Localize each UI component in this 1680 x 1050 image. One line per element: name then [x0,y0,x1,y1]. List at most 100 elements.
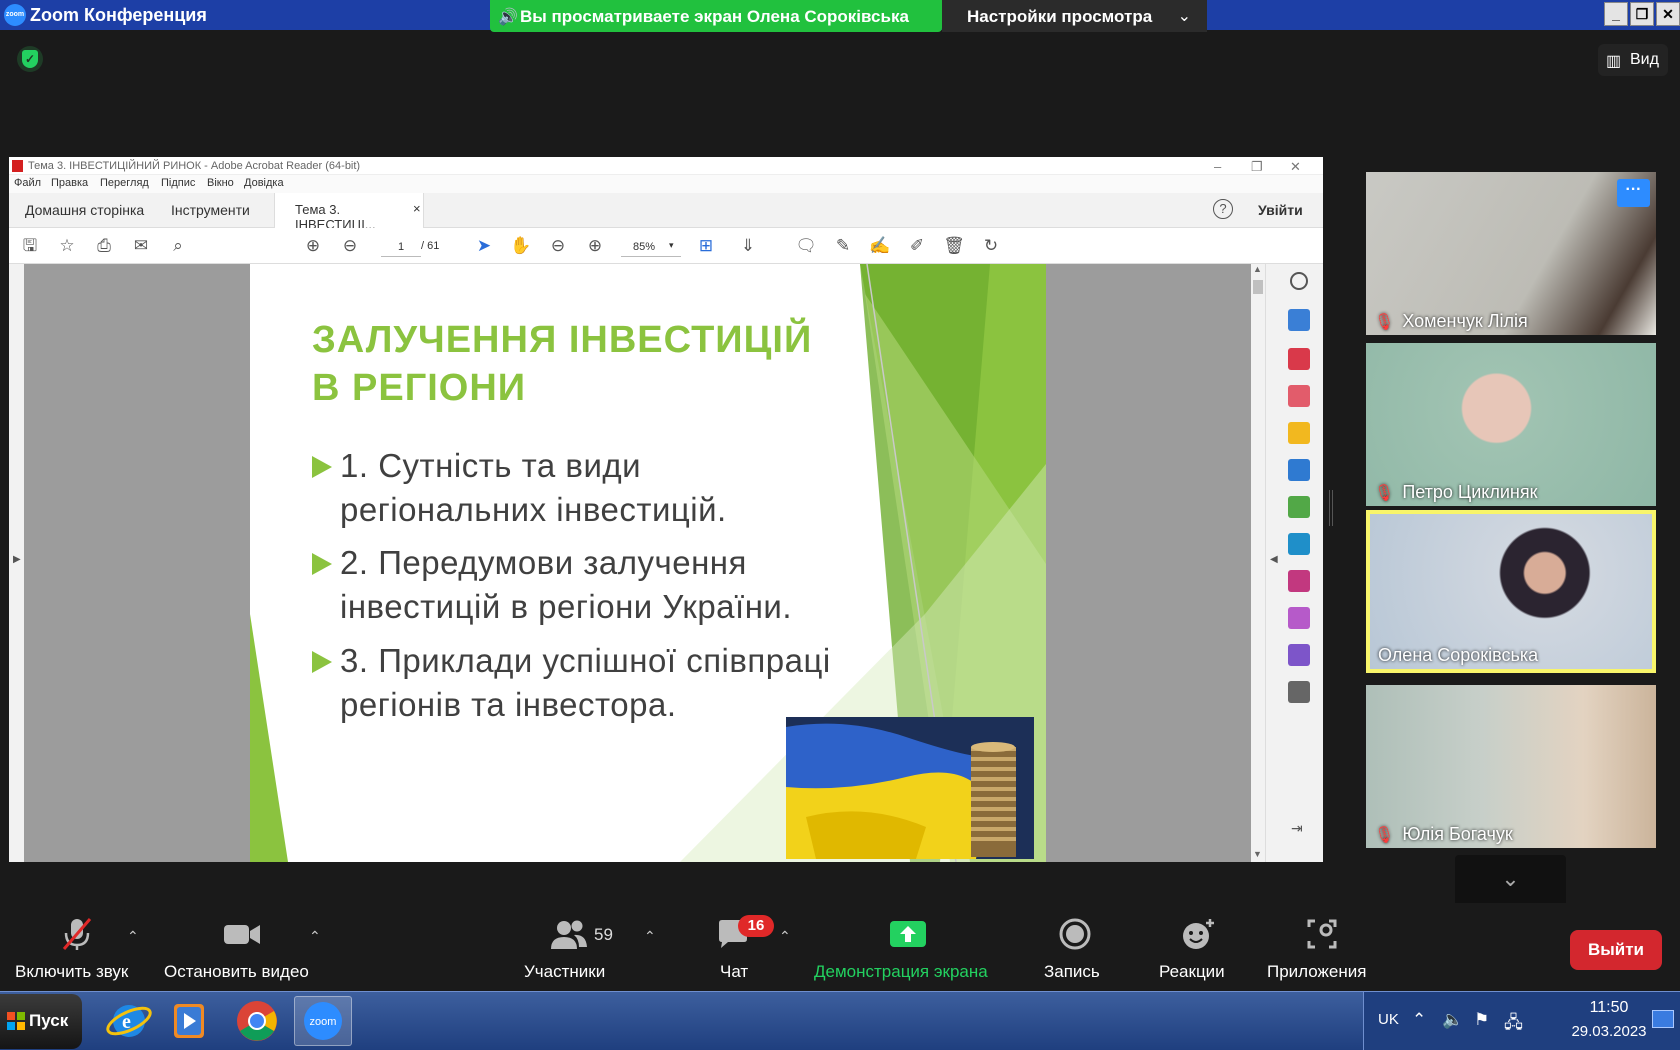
tool-combine-icon[interactable] [1288,459,1310,481]
tool-more-icon[interactable] [1288,681,1310,703]
muted-mic-icon: 🎙 [1374,314,1395,331]
tool-comment-icon[interactable] [1288,422,1310,444]
tool-create-pdf-icon[interactable] [1288,309,1310,331]
tool-zoom-icon[interactable] [1290,272,1308,290]
leave-meeting-button[interactable]: Выйти [1570,930,1662,970]
print-icon[interactable]: ⎙ [93,236,115,258]
network-icon[interactable]: 🖧 [1504,1010,1523,1039]
zoom-in-icon[interactable]: ⊕ [584,236,606,258]
tab-tools[interactable]: Інструменти [171,202,250,218]
participant-tile[interactable]: 🎙 Юлія Богачук [1366,685,1656,848]
expand-left-panel-icon[interactable]: ▶ [13,554,21,565]
panel-splitter[interactable] [1329,490,1333,526]
hand-tool-icon[interactable]: ✋ [510,236,532,258]
shared-screen-acrobat: Тема 3. ІНВЕСТИЦІЙНИЙ РИНОК - Adobe Acro… [9,157,1323,862]
security-shield-icon[interactable]: ✓ [17,46,43,72]
collapse-pane-icon[interactable]: ◀ [1270,554,1278,565]
view-settings-label: Настройки просмотра [967,7,1153,26]
menu-help[interactable]: Довідка [244,177,284,189]
close-button[interactable]: ✕ [1656,2,1680,26]
menu-edit[interactable]: Правка [51,177,88,189]
slide-bullet-text: 1. Сутність та види регіональних інвести… [340,447,727,528]
scroll-down-icon[interactable]: ▼ [1253,849,1262,859]
scroll-mode-icon[interactable]: ⇓ [737,236,759,258]
share-banner-text: Вы просматриваете экран Олена Сороківськ… [520,7,909,26]
scroll-up-icon[interactable]: ▲ [1253,264,1262,274]
share-screen-icon [890,921,926,947]
acrobat-tools-pane: ◀ ⇥ [1265,264,1323,862]
media-player-taskbar-icon[interactable] [160,996,218,1046]
highlight-pen-icon[interactable]: ✎ [832,236,854,258]
meeting-toolbar: Включить звук ⌃ Остановить видео ⌃ 59 Уч… [0,903,1680,991]
clock-time[interactable]: 11:50 [1564,999,1654,1017]
menu-sign[interactable]: Підпис [161,177,195,189]
pin-pane-icon[interactable]: ⇥ [1291,820,1303,837]
participant-name: 🎙 Юлія Богачук [1374,824,1513,844]
delete-icon[interactable]: 🗑 [943,236,965,258]
chevron-down-icon: ▾ [669,240,674,250]
page-number-input[interactable]: 1 [381,237,421,257]
close-tab-icon[interactable]: × [413,201,421,216]
zoom-taskbar-icon[interactable]: zoom [294,996,352,1046]
email-icon[interactable]: ✉ [130,236,152,258]
more-options-icon[interactable]: ··· [1617,179,1650,207]
action-center-flag-icon[interactable]: ⚑ [1474,1010,1489,1030]
record-icon [1059,918,1091,950]
show-desktop-button[interactable] [1652,1010,1674,1028]
audio-options-chevron-icon[interactable]: ⌃ [127,928,139,945]
clock-date[interactable]: 29.03.2023 [1559,1023,1659,1040]
participant-name: 🎙 Петро Циклиняк [1374,482,1538,502]
zoom-out-icon[interactable]: ⊖ [547,236,569,258]
menu-view[interactable]: Перегляд [100,177,149,189]
menu-file[interactable]: Файл [14,177,41,189]
tab-home[interactable]: Домашня сторінка [25,202,144,218]
save-icon[interactable]: 🖫 [19,236,41,258]
tool-sign-icon[interactable] [1288,644,1310,666]
comment-icon[interactable]: 🗨 [795,236,817,258]
next-page-icon[interactable]: ⊖ [339,236,361,258]
sign-in-button[interactable]: Увійти [1258,202,1303,218]
help-icon[interactable]: ? [1213,199,1233,219]
acrobat-close-icon[interactable]: ✕ [1290,159,1301,175]
participant-tile[interactable]: ··· 🎙 Хоменчук Лілія [1366,172,1656,335]
bookmark-star-icon[interactable]: ☆ [56,236,78,258]
view-settings-dropdown[interactable]: Настройки просмотра ⌄ [942,0,1207,32]
chrome-taskbar-icon[interactable] [228,996,286,1046]
tool-protect-icon[interactable] [1288,607,1310,629]
start-label: Пуск [29,1011,69,1030]
menu-window[interactable]: Вікно [207,177,234,189]
acrobat-minimize-icon[interactable]: – [1214,159,1221,174]
chat-options-chevron-icon[interactable]: ⌃ [779,928,791,945]
tool-scan-icon[interactable] [1288,533,1310,555]
fit-page-icon[interactable]: ⊞ [695,236,717,258]
participant-tile[interactable]: 🎙 Петро Циклиняк [1366,343,1656,506]
language-indicator[interactable]: UK [1378,1011,1399,1028]
acrobat-restore-icon[interactable]: ❐ [1251,159,1263,175]
left-panel-edge: ▶ [9,264,24,862]
fill-sign-icon[interactable]: ✐ [906,236,928,258]
prev-page-icon[interactable]: ⊕ [302,236,324,258]
start-button[interactable]: Пуск [0,994,82,1049]
tool-organize-icon[interactable] [1288,348,1310,370]
select-cursor-icon[interactable]: ➤ [473,236,495,258]
participant-tile-active-speaker[interactable]: Олена Сороківська [1366,510,1656,673]
scrollbar-thumb[interactable] [1253,280,1263,294]
tray-expand-icon[interactable]: ⌃ [1412,1010,1426,1030]
tool-fill-sign-icon[interactable] [1288,570,1310,592]
search-icon[interactable]: ⌕ [167,236,189,258]
tool-compress-icon[interactable] [1288,496,1310,518]
scroll-participants-down-button[interactable]: ⌄ [1455,855,1566,907]
participants-options-chevron-icon[interactable]: ⌃ [644,928,656,945]
video-options-chevron-icon[interactable]: ⌃ [309,928,321,945]
rotate-icon[interactable]: ↻ [980,236,1002,258]
vertical-scrollbar[interactable]: ▲ ▼ [1251,264,1265,862]
zoom-level-select[interactable]: 85% ▾ [621,237,681,257]
minimize-button[interactable]: _ [1604,2,1628,26]
view-button[interactable]: ▥ Вид [1598,44,1668,76]
internet-explorer-taskbar-icon[interactable]: e [100,996,158,1046]
draw-icon[interactable]: ✍ [869,236,891,258]
tool-export-icon[interactable] [1288,385,1310,407]
restore-button[interactable]: ❐ [1630,2,1654,26]
tab-document[interactable]: Тема 3. ІНВЕСТИЦІ... × [274,193,424,232]
volume-icon[interactable]: 🔈 [1442,1010,1463,1030]
